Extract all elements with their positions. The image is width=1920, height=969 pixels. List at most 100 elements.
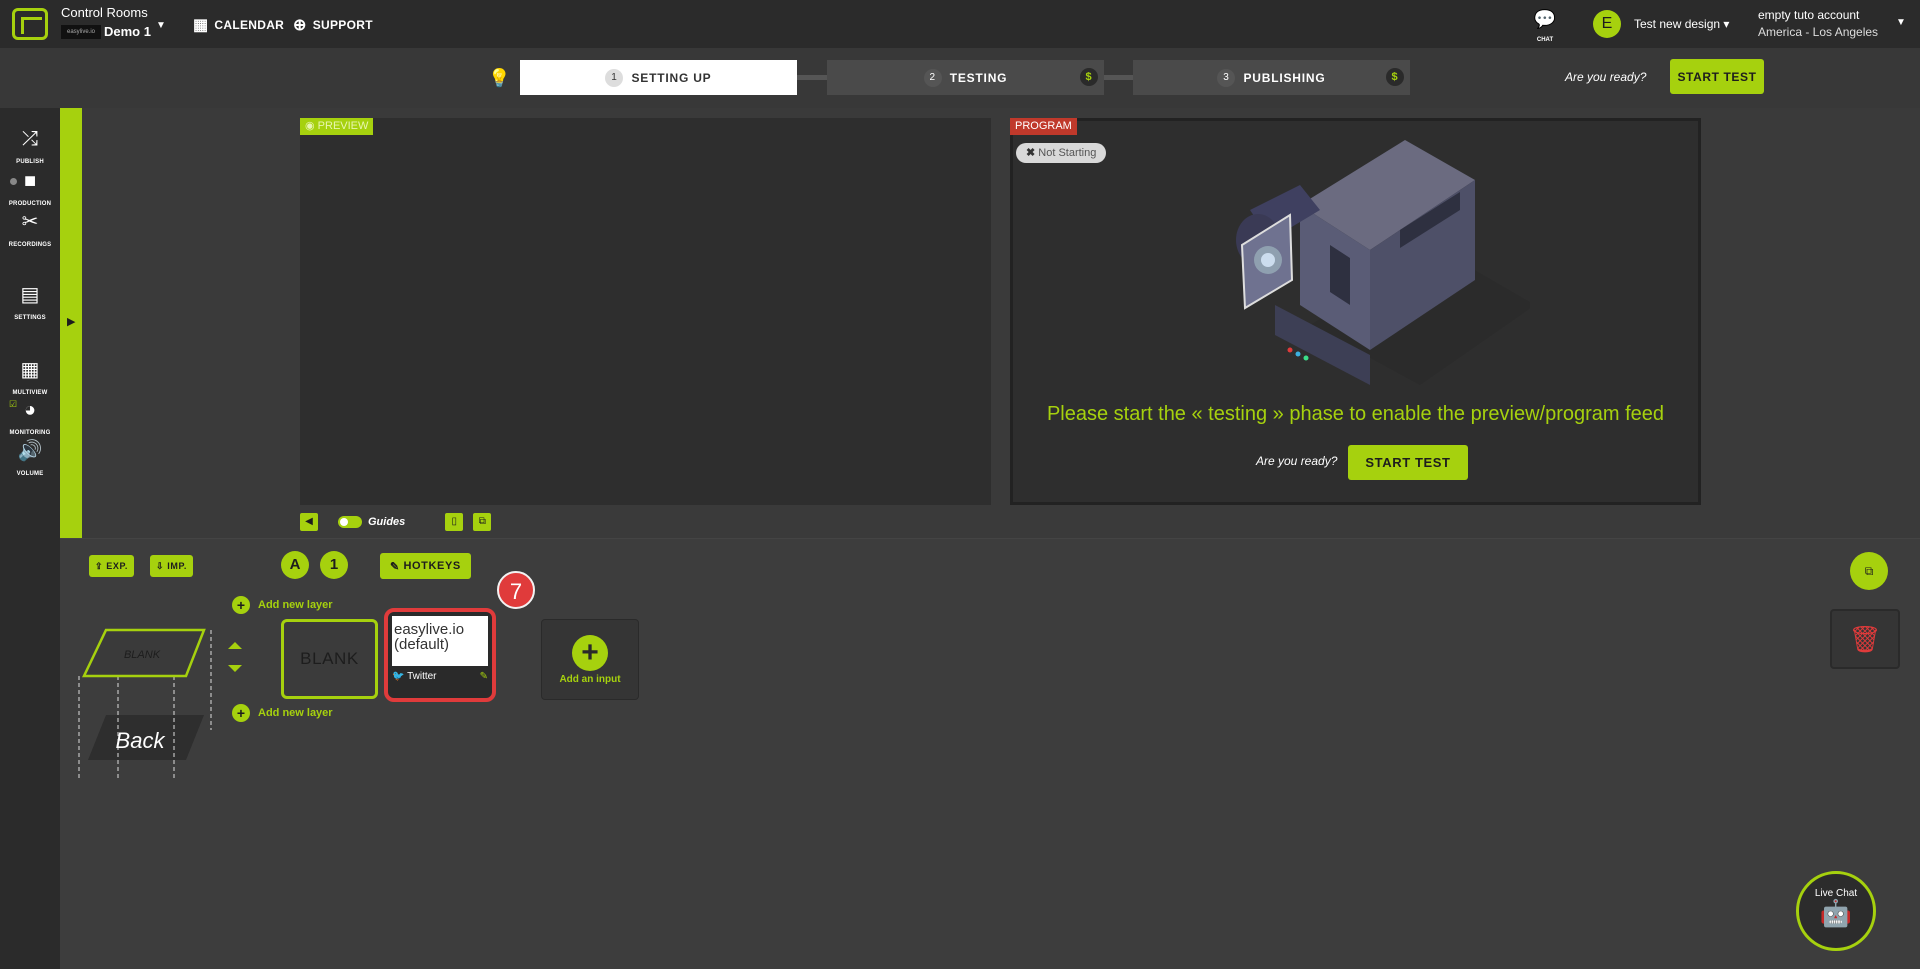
pencil-icon: ✎ <box>390 560 400 573</box>
status-badge: ✖ Not Starting <box>1016 143 1107 163</box>
preview-badge: ◉ PREVIEW <box>300 118 374 135</box>
plus-icon: + <box>572 635 608 671</box>
mobile-icon: ▯ <box>451 516 458 527</box>
step-setting-up[interactable]: 1 SETTING UP <box>520 60 797 95</box>
add-layer-label: Add new layer <box>258 707 333 719</box>
left-sidebar: ⤮ PUBLISH ■ PRODUCTION ✂ RECORDINGS ▤ SE… <box>0 108 60 969</box>
step-number: 1 <box>605 68 624 87</box>
scene-1-button[interactable]: 1 <box>320 551 348 579</box>
sidebar-item-publish[interactable]: ⤮ PUBLISH <box>0 128 60 168</box>
program-message: Please start the « testing » phase to en… <box>1046 403 1665 425</box>
program-badge: PROGRAM <box>1010 118 1077 135</box>
live-chat-button[interactable]: Live Chat 🤖 <box>1796 871 1876 951</box>
design-name: Test new design <box>1634 17 1721 31</box>
sidebar-item-volume[interactable]: 🔊 VOLUME <box>0 440 60 480</box>
delete-drop-zone[interactable]: 🗑 <box>1830 609 1900 669</box>
sidebar-item-label: PUBLISH <box>16 159 44 165</box>
calendar-label: CALENDAR <box>214 18 285 32</box>
sidebar-item-label: SETTINGS <box>14 315 46 321</box>
video-camera-icon: ■ <box>23 170 37 192</box>
step-label: PUBLISHING <box>1243 70 1326 85</box>
camera-illustration <box>1236 140 1530 385</box>
support-link[interactable]: ⊕ SUPPORT <box>293 15 373 35</box>
eye-icon: ◉ <box>305 120 315 132</box>
edit-pencil-icon[interactable]: ✎ <box>480 671 488 682</box>
mobile-view-button[interactable]: ▯ <box>445 513 464 531</box>
sidebar-item-settings[interactable]: ▤ SETTINGS <box>0 284 60 324</box>
sidebar-item-recordings[interactable]: ✂ RECORDINGS <box>0 211 60 251</box>
chat-label: CHAT <box>1536 37 1554 43</box>
move-layer-down-icon[interactable] <box>228 665 242 672</box>
popout-icon: ⧉ <box>1864 564 1874 578</box>
step-testing[interactable]: 2 TESTING $ <box>827 60 1104 95</box>
upload-icon: ⇪ <box>95 560 104 571</box>
calendar-icon: ▦ <box>193 17 209 34</box>
sidebar-item-production[interactable]: ■ PRODUCTION <box>0 170 60 210</box>
design-selector[interactable]: Test new design ▾ <box>1634 17 1729 31</box>
diagram-back-label: Back <box>116 728 166 753</box>
guides-label: Guides <box>368 516 406 528</box>
import-label: IMP. <box>167 561 188 571</box>
guides-toggle[interactable] <box>338 516 362 528</box>
speaker-icon: ◀ <box>305 516 313 527</box>
plus-icon: + <box>232 596 250 614</box>
step-label: SETTING UP <box>631 70 712 85</box>
shuffle-icon: ⤮ <box>22 128 38 150</box>
step-publishing[interactable]: 3 PUBLISHING $ <box>1133 60 1410 95</box>
layer-stack-diagram: BLANK Back <box>78 628 212 780</box>
room-logo: easylive.io <box>61 25 101 39</box>
chat-bubbles-icon: 💬 <box>1533 9 1557 29</box>
calendar-link[interactable]: ▦ CALENDAR <box>193 15 284 35</box>
download-icon: ⇩ <box>156 560 165 571</box>
popout-button[interactable]: ⧉ <box>473 513 492 531</box>
status-dot <box>10 178 17 185</box>
chat-button[interactable]: 💬 CHAT <box>1530 10 1560 46</box>
add-input-label: Add an input <box>559 674 621 685</box>
move-layer-up-icon[interactable] <box>228 642 242 649</box>
input-card-title: easylive.io (default) <box>392 616 488 666</box>
start-test-button[interactable]: START TEST <box>1670 59 1764 94</box>
diagram-front-label: BLANK <box>124 649 161 661</box>
sidebar-item-label: PRODUCTION <box>8 201 52 207</box>
add-layer-label: Add new layer <box>258 599 333 611</box>
paid-feature-icon: $ <box>1080 68 1098 86</box>
preview-badge-label: PREVIEW <box>317 120 369 132</box>
ready-prompt: Are you ready? <box>1565 70 1647 84</box>
app-logo[interactable] <box>12 8 48 40</box>
sidebar-item-multiview[interactable]: ▦ MULTIVIEW <box>0 359 60 399</box>
export-button[interactable]: ⇪ EXP. <box>89 555 135 577</box>
chevron-right-icon[interactable]: ▶ <box>67 315 75 328</box>
expand-button[interactable]: ⧉ <box>1850 552 1888 590</box>
status-label: Not Starting <box>1038 147 1097 159</box>
preview-monitor <box>300 118 991 505</box>
room-name[interactable]: Demo 1 <box>104 24 151 39</box>
hotkeys-button[interactable]: ✎ HOTKEYS <box>380 553 471 579</box>
preview-audio-button[interactable]: ◀ <box>300 513 318 531</box>
export-label: EXP. <box>106 561 129 571</box>
avatar[interactable]: E <box>1593 10 1621 38</box>
start-test-button[interactable]: START TEST <box>1348 445 1468 480</box>
step-number: 3 <box>1217 68 1236 87</box>
blank-layer-card[interactable]: BLANK <box>281 619 378 699</box>
account-name[interactable]: empty tuto account <box>1758 8 1859 22</box>
support-label: SUPPORT <box>312 18 373 32</box>
add-input-button[interactable]: + Add an input <box>541 619 639 700</box>
sidebar-item-monitoring[interactable]: ☑ ◕ MONITORING <box>0 399 60 439</box>
add-layer-bottom-button[interactable]: + Add new layer <box>232 704 333 722</box>
close-icon: ✖ <box>1026 147 1036 159</box>
input-card-source: Twitter <box>407 671 437 682</box>
lightbulb-icon[interactable]: 💡 <box>488 68 510 89</box>
room-dropdown-icon[interactable]: ▼ <box>156 20 166 31</box>
chevron-down-icon: ▾ <box>1723 17 1730 31</box>
add-layer-top-button[interactable]: + Add new layer <box>232 596 333 614</box>
scissors-icon: ✂ <box>21 211 39 233</box>
robot-icon: 🤖 <box>1819 898 1853 928</box>
scene-a-button[interactable]: A <box>281 551 309 579</box>
plus-icon: + <box>232 704 250 722</box>
step-connector <box>797 75 827 80</box>
room-title: Control Rooms <box>61 5 148 20</box>
account-dropdown-icon[interactable]: ▼ <box>1896 17 1906 28</box>
checkbox-icon: ☑ <box>9 399 18 409</box>
import-button[interactable]: ⇩ IMP. <box>150 555 194 577</box>
twitter-input-card[interactable]: easylive.io (default) 🐦 Twitter ✎ <box>384 608 496 702</box>
